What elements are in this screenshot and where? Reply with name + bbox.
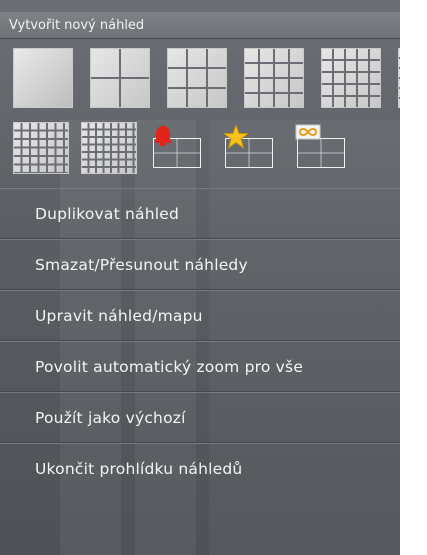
layout-7x7-icon[interactable] xyxy=(13,122,69,174)
layout-8x8-icon[interactable] xyxy=(81,122,137,174)
layout-4x4-icon[interactable] xyxy=(244,48,304,108)
layout-3x3-icon[interactable] xyxy=(167,48,227,108)
use-as-default-item[interactable]: Použít jako výchozí xyxy=(0,392,400,443)
context-menu: Vytvořit nový náhled Duplikovat náhled Sm… xyxy=(0,0,400,555)
layout-5x5-icon[interactable] xyxy=(321,48,381,108)
layout-row-2 xyxy=(13,120,353,175)
favorite-star-view-icon[interactable] xyxy=(221,120,281,175)
menu-items: Duplikovat náhled Smazat/Přesunout náhled… xyxy=(0,188,400,494)
carousel-loop-view-icon[interactable] xyxy=(293,120,353,175)
edit-view-map-item[interactable]: Upravit náhled/mapu xyxy=(0,290,400,341)
layout-6x6-icon[interactable] xyxy=(398,48,400,108)
enable-auto-zoom-item[interactable]: Povolit automatický zoom pro vše xyxy=(0,341,400,392)
menu-header: Vytvořit nový náhled xyxy=(0,12,400,39)
duplicate-view-item[interactable]: Duplikovat náhled xyxy=(0,188,400,239)
delete-move-views-item[interactable]: Smazat/Přesunout náhledy xyxy=(0,239,400,290)
alarm-bell-view-icon[interactable] xyxy=(149,120,209,175)
end-views-tour-item[interactable]: Ukončit prohlídku náhledů xyxy=(0,443,400,494)
layout-2x2-icon[interactable] xyxy=(90,48,150,108)
layout-1x1-icon[interactable] xyxy=(13,48,73,108)
layout-row-1 xyxy=(13,48,400,108)
